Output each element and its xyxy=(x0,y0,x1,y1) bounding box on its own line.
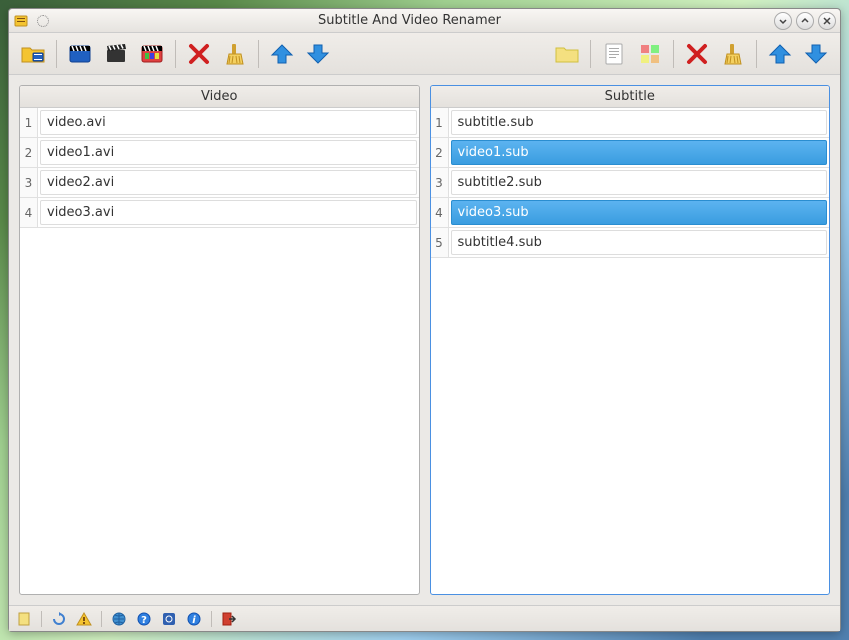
open-folder-subtitle-button[interactable] xyxy=(549,36,585,72)
content-area: Video 1video.avi2video1.avi3video2.avi4v… xyxy=(9,75,840,605)
toolbar-separator xyxy=(756,40,757,68)
list-row[interactable]: 1video.avi xyxy=(20,108,419,138)
row-number: 1 xyxy=(20,108,38,137)
maximize-button[interactable] xyxy=(796,12,814,30)
svg-text:i: i xyxy=(192,615,196,626)
video-panel-header: Video xyxy=(20,86,419,108)
row-value[interactable]: video.avi xyxy=(40,110,417,135)
close-button[interactable] xyxy=(818,12,836,30)
status-warning-icon[interactable] xyxy=(73,609,95,629)
row-value[interactable]: video3.sub xyxy=(451,200,828,225)
video-clapper-button[interactable] xyxy=(62,36,98,72)
toolbar-separator xyxy=(590,40,591,68)
status-refresh-icon[interactable] xyxy=(48,609,70,629)
row-value[interactable]: video1.sub xyxy=(451,140,828,165)
row-number: 3 xyxy=(20,168,38,197)
row-value[interactable]: video1.avi xyxy=(40,140,417,165)
subtitle-list[interactable]: 1subtitle.sub2video1.sub3subtitle2.sub4v… xyxy=(431,108,830,594)
row-number: 2 xyxy=(20,138,38,167)
row-number: 1 xyxy=(431,108,449,137)
list-row[interactable]: 1subtitle.sub xyxy=(431,108,830,138)
color-clapper-button[interactable] xyxy=(134,36,170,72)
row-number: 3 xyxy=(431,168,449,197)
move-down-video-button[interactable] xyxy=(300,36,336,72)
row-number: 2 xyxy=(431,138,449,167)
app-window: Subtitle And Video Renamer xyxy=(8,8,841,632)
statusbar-separator xyxy=(101,611,102,627)
toolbar-separator xyxy=(175,40,176,68)
color-blocks-button[interactable] xyxy=(632,36,668,72)
row-value[interactable]: subtitle2.sub xyxy=(451,170,828,195)
app-icon xyxy=(13,13,29,29)
list-row[interactable]: 4video3.avi xyxy=(20,198,419,228)
row-number: 4 xyxy=(20,198,38,227)
toolbar xyxy=(9,33,840,75)
minimize-button[interactable] xyxy=(774,12,792,30)
svg-text:?: ? xyxy=(141,615,147,626)
status-document-icon[interactable] xyxy=(13,609,35,629)
row-value[interactable]: video3.avi xyxy=(40,200,417,225)
status-settings-icon[interactable] xyxy=(158,609,180,629)
status-globe-icon[interactable] xyxy=(108,609,130,629)
toolbar-separator xyxy=(673,40,674,68)
move-up-video-button[interactable] xyxy=(264,36,300,72)
move-down-subtitle-button[interactable] xyxy=(798,36,834,72)
list-row[interactable]: 5subtitle4.sub xyxy=(431,228,830,258)
clapper-icon-button[interactable] xyxy=(98,36,134,72)
video-list[interactable]: 1video.avi2video1.avi3video2.avi4video3.… xyxy=(20,108,419,594)
row-value[interactable]: video2.avi xyxy=(40,170,417,195)
clear-video-button[interactable] xyxy=(217,36,253,72)
title-indicator-icon xyxy=(37,15,49,27)
move-up-subtitle-button[interactable] xyxy=(762,36,798,72)
open-folder-video-button[interactable] xyxy=(15,36,51,72)
toolbar-separator xyxy=(258,40,259,68)
row-value[interactable]: subtitle4.sub xyxy=(451,230,828,255)
toolbar-separator xyxy=(56,40,57,68)
clear-subtitle-button[interactable] xyxy=(715,36,751,72)
statusbar-separator xyxy=(41,611,42,627)
row-number: 5 xyxy=(431,228,449,257)
status-info-icon[interactable]: i xyxy=(183,609,205,629)
window-title: Subtitle And Video Renamer xyxy=(49,13,770,28)
delete-subtitle-button[interactable] xyxy=(679,36,715,72)
status-exit-icon[interactable] xyxy=(218,609,240,629)
video-panel: Video 1video.avi2video1.avi3video2.avi4v… xyxy=(19,85,420,595)
list-row[interactable]: 4video3.sub xyxy=(431,198,830,228)
row-value[interactable]: subtitle.sub xyxy=(451,110,828,135)
status-help-icon[interactable]: ? xyxy=(133,609,155,629)
list-row[interactable]: 2video1.avi xyxy=(20,138,419,168)
list-row[interactable]: 3video2.avi xyxy=(20,168,419,198)
subtitle-panel: Subtitle 1subtitle.sub2video1.sub3subtit… xyxy=(430,85,831,595)
delete-video-button[interactable] xyxy=(181,36,217,72)
subtitle-panel-header: Subtitle xyxy=(431,86,830,108)
statusbar: ? i xyxy=(9,605,840,631)
list-row[interactable]: 3subtitle2.sub xyxy=(431,168,830,198)
list-row[interactable]: 2video1.sub xyxy=(431,138,830,168)
row-number: 4 xyxy=(431,198,449,227)
statusbar-separator xyxy=(211,611,212,627)
titlebar: Subtitle And Video Renamer xyxy=(9,9,840,33)
document-subtitle-button[interactable] xyxy=(596,36,632,72)
